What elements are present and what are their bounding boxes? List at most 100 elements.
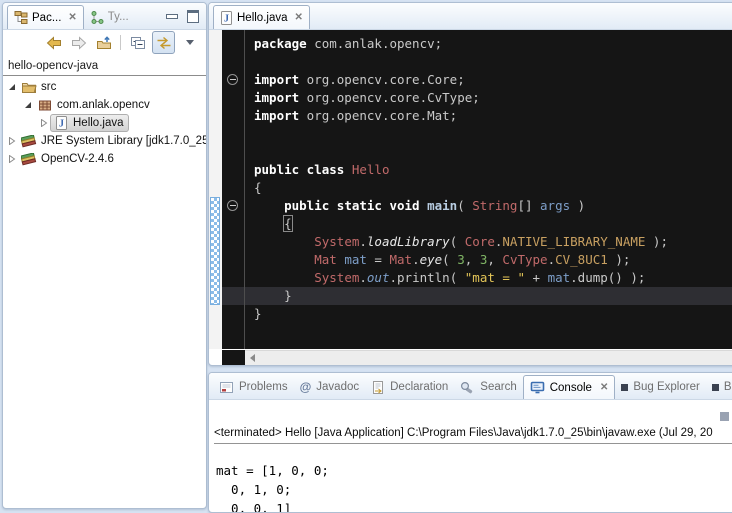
view-tab-label: Ty...: [108, 11, 129, 23]
code-line: package com.anlak.opencv;: [245, 35, 732, 53]
code-line: }: [245, 287, 732, 305]
search-icon: [460, 381, 475, 394]
project-name[interactable]: hello-opencv-java: [3, 55, 206, 76]
view-window-buttons: [166, 3, 202, 29]
back-icon: [46, 36, 62, 50]
expander-collapsed-icon[interactable]: [7, 155, 17, 163]
editor-tab-hello-java[interactable]: J Hello.java ✕: [213, 5, 310, 29]
bottom-tab-label: Console: [550, 382, 592, 394]
console-toolbar-square-icon[interactable]: [720, 412, 729, 421]
fold-gutter[interactable]: [222, 30, 244, 349]
code-line: System.loadLibrary( Core.NATIVE_LIBRARY_…: [245, 233, 732, 251]
scroll-left-icon[interactable]: [250, 354, 255, 362]
toolbar-separator: [120, 35, 121, 50]
bottom-tab-label: Javadoc: [316, 381, 359, 393]
code-line: import org.opencv.core.Mat;: [245, 107, 732, 125]
bottom-tab-declaration[interactable]: Declaration: [365, 375, 454, 399]
tree-item-label: JRE System Library [jdk1.7.0_25]: [41, 135, 206, 147]
code-line: {: [245, 179, 732, 197]
horizontal-scrollbar[interactable]: [245, 350, 732, 365]
package-folder-icon: [21, 81, 37, 94]
range-indicator: [210, 197, 220, 305]
code-line: public static void main( String[] args ): [245, 197, 732, 215]
tree-item-body: OpenCV-2.4.6: [18, 150, 119, 168]
library-icon: [21, 153, 37, 166]
editor-tabstrip: J Hello.java ✕: [209, 3, 732, 30]
bottom-tab-label: Declaration: [390, 381, 448, 393]
code-editor[interactable]: package com.anlak.opencv; import org.open…: [244, 30, 732, 349]
editor-panel: J Hello.java ✕ package com.anlak.opencv;…: [208, 2, 732, 366]
bottom-tab-label: Bug Explorer: [633, 381, 699, 393]
tree-item-jresystemlibraryjdk1.7.025[interactable]: JRE System Library [jdk1.7.0_25]: [3, 132, 206, 150]
tree-item-label: src: [41, 81, 56, 93]
code-line: System.out.println( "mat = " + mat.dump(…: [245, 269, 732, 287]
back-button[interactable]: [43, 32, 64, 53]
svg-text:J: J: [224, 13, 229, 24]
console-toolbar: [209, 400, 732, 426]
forward-icon: [71, 36, 87, 50]
scrollbar-corner: [222, 350, 245, 365]
library-icon: [21, 135, 37, 148]
bottom-tab-bug[interactable]: Bug: [706, 375, 732, 399]
code-line: {: [245, 215, 732, 233]
tree-item-src[interactable]: src: [3, 78, 206, 96]
forward-button[interactable]: [68, 32, 89, 53]
code-line: import org.opencv.core.CvType;: [245, 89, 732, 107]
bottom-tab-console[interactable]: Console ✕: [523, 375, 616, 399]
up-icon: [96, 36, 112, 50]
up-button[interactable]: [93, 32, 114, 53]
tree-item-opencv-2.4.6[interactable]: OpenCV-2.4.6: [3, 150, 206, 168]
package-icon: [37, 99, 53, 112]
maximize-icon[interactable]: [187, 10, 199, 23]
editor-body: package com.anlak.opencv; import org.open…: [209, 30, 732, 349]
expander-expanded-icon[interactable]: [7, 83, 17, 91]
collapse-all-button[interactable]: [127, 32, 148, 53]
package-explorer-panel: Pac... ✕ Ty... hello-opencv-java src com.an…: [2, 2, 207, 509]
view-menu-button[interactable]: [179, 32, 200, 53]
bottom-tab-problems[interactable]: Problems: [213, 375, 294, 399]
close-icon[interactable]: ✕: [600, 382, 608, 393]
fold-collapse-icon[interactable]: [227, 200, 238, 211]
package-tree: src com.anlak.opencvJHello.java JRE System…: [3, 76, 206, 168]
console-icon: [530, 381, 545, 394]
annotation-ruler[interactable]: [209, 30, 222, 349]
expander-collapsed-icon[interactable]: [7, 137, 17, 145]
expander-expanded-icon[interactable]: [23, 101, 33, 109]
view-tab-label: Pac...: [32, 12, 61, 24]
java-file-icon: J: [53, 116, 69, 130]
tree-item-com.anlak.opencv[interactable]: com.anlak.opencv: [3, 96, 206, 114]
package-explorer-toolbar: [3, 30, 206, 55]
package-explorer-tabstrip: Pac... ✕ Ty...: [3, 3, 206, 30]
bottom-tab-label: Problems: [239, 381, 288, 393]
code-line: public class Hello: [245, 161, 732, 179]
collapse-all-icon: [130, 36, 146, 50]
editor-tab-label: Hello.java: [237, 12, 288, 24]
bottom-tab-javadoc[interactable]: @Javadoc: [294, 375, 366, 399]
link-with-editor-button[interactable]: [152, 31, 175, 54]
console-process-header: <terminated> Hello [Java Application] C:…: [214, 426, 732, 444]
close-icon[interactable]: ✕: [295, 12, 303, 23]
code-line: [245, 53, 732, 71]
close-icon[interactable]: ✕: [68, 12, 76, 23]
package-explorer-icon: [14, 11, 28, 24]
bottom-tab-search[interactable]: Search: [454, 375, 522, 399]
fold-collapse-icon[interactable]: [227, 74, 238, 85]
view-tab-pac[interactable]: Pac... ✕: [7, 5, 84, 29]
bottom-tabstrip: Problems@JavadocDeclarationSearchConsole…: [209, 373, 732, 400]
code-line: [245, 125, 732, 143]
tree-item-body: JRE System Library [jdk1.7.0_25]: [18, 132, 206, 150]
declaration-icon: [371, 381, 385, 394]
view-tab-ty[interactable]: Ty...: [84, 5, 135, 29]
minimize-icon[interactable]: [166, 14, 178, 19]
tree-item-label: OpenCV-2.4.6: [41, 153, 114, 165]
bug-icon: [621, 384, 628, 391]
console-output[interactable]: mat = [1, 0, 0; 0, 1, 0; 0, 0, 1]: [209, 457, 732, 513]
tree-item-body: src: [18, 78, 61, 96]
tree-item-hello.java[interactable]: JHello.java: [3, 114, 206, 132]
bottom-tab-bug-explorer[interactable]: Bug Explorer: [615, 375, 705, 399]
problems-icon: [219, 381, 234, 394]
expander-collapsed-icon[interactable]: [39, 119, 49, 127]
link-with-editor-icon: [156, 36, 172, 50]
tree-item-body: JHello.java: [50, 114, 129, 132]
code-line: }: [245, 305, 732, 323]
